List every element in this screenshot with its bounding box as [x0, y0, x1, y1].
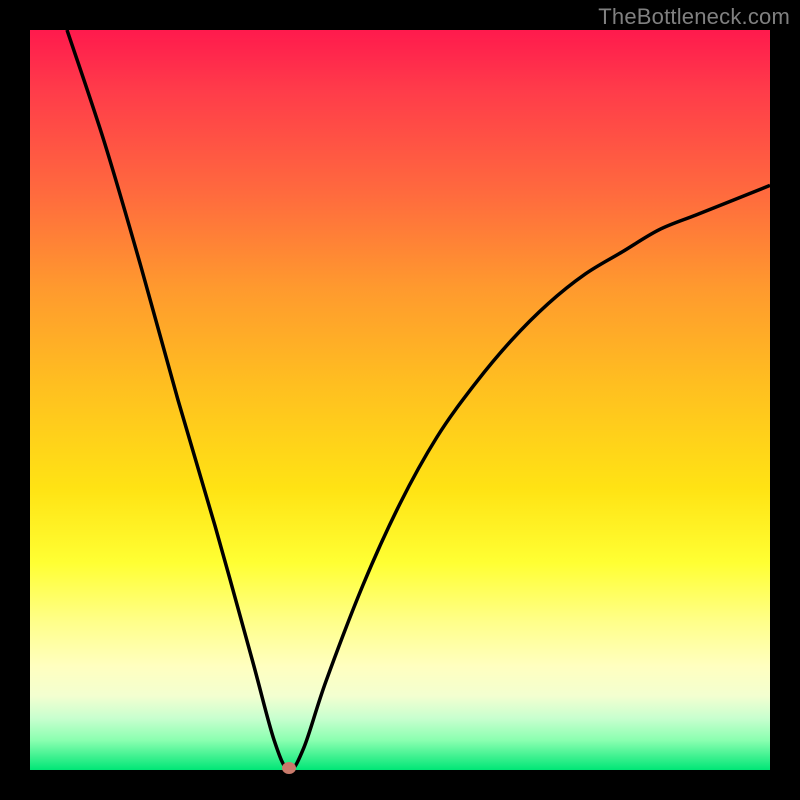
bottleneck-curve — [67, 30, 770, 770]
chart-frame: TheBottleneck.com — [0, 0, 800, 800]
watermark-text: TheBottleneck.com — [598, 4, 790, 30]
minimum-marker — [282, 762, 296, 774]
plot-area — [30, 30, 770, 770]
curve-svg — [30, 30, 770, 770]
